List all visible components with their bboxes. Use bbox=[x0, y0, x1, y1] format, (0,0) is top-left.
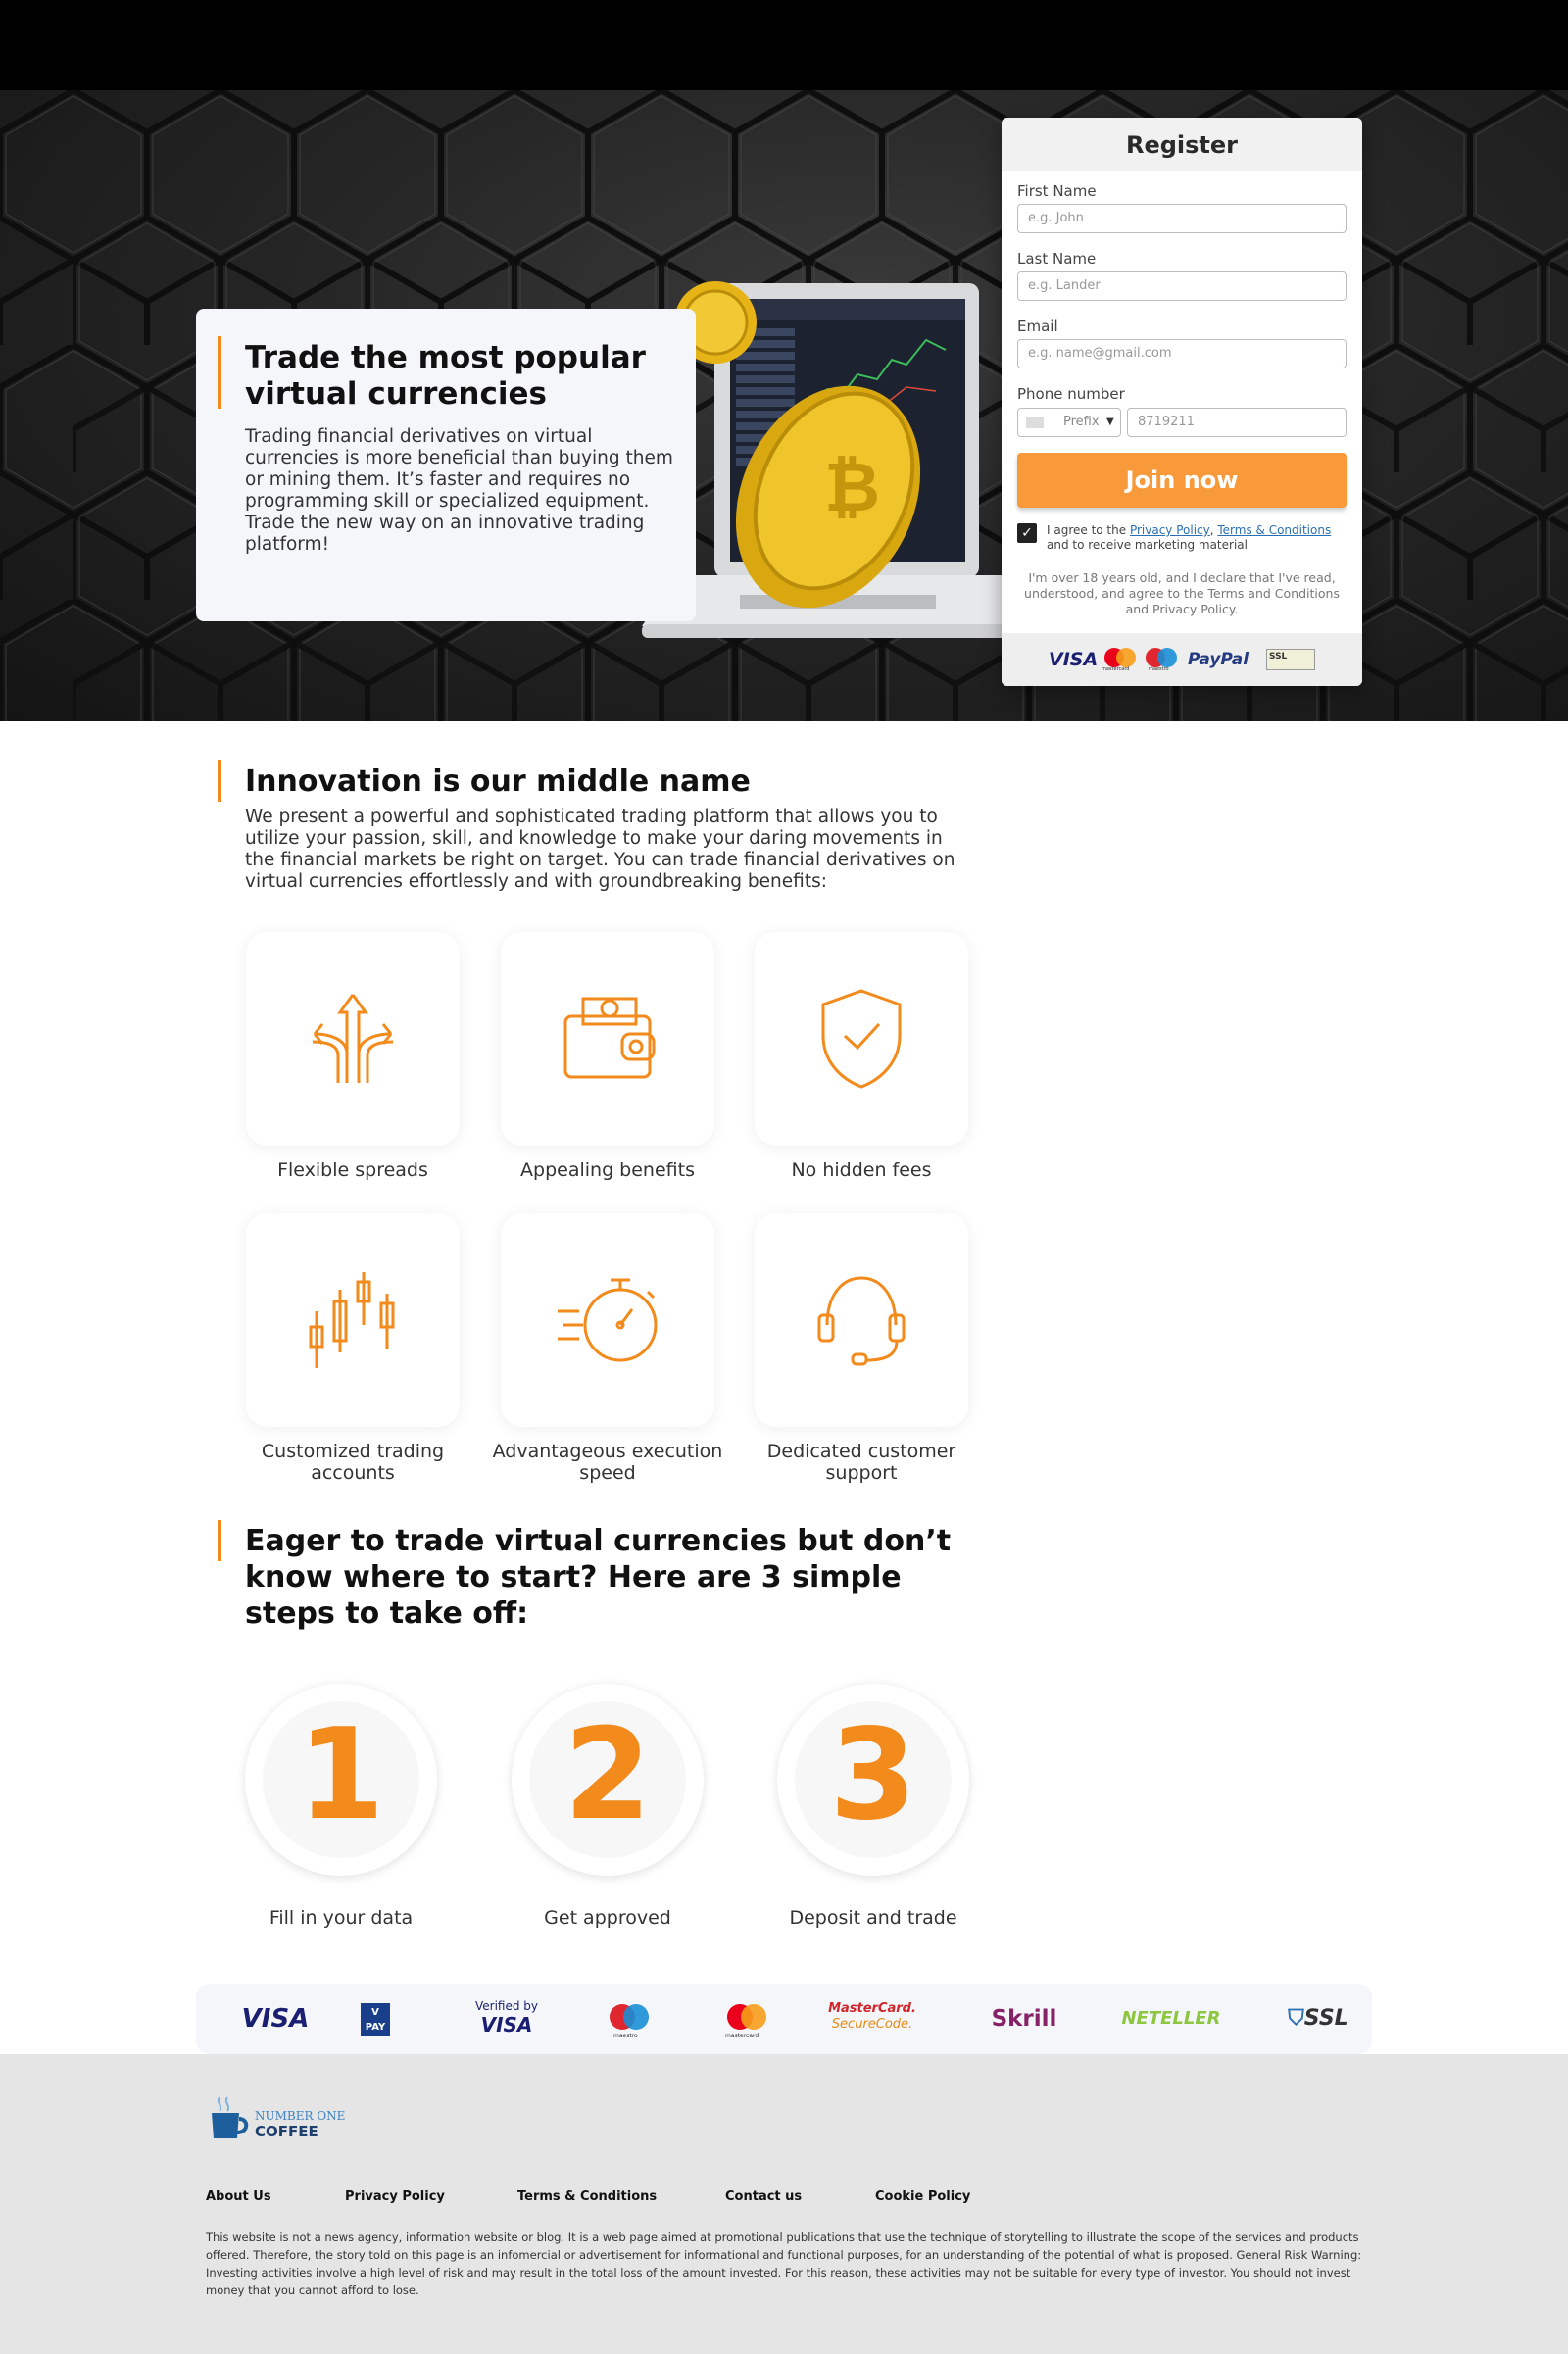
prefix-label: Prefix bbox=[1063, 415, 1100, 429]
feature-label: Advantageous execution speed bbox=[492, 1441, 723, 1484]
legal-disclaimer: This website is not a news agency, infor… bbox=[206, 2231, 1362, 2297]
first-name-label: First Name bbox=[1017, 182, 1097, 200]
feature-label: Appealing benefits bbox=[520, 1159, 695, 1181]
payment-methods-strip: VISA V PAY Verified by VISA maestro mast… bbox=[196, 1984, 1372, 2054]
email-label: Email bbox=[1017, 318, 1058, 335]
maestro-logo: maestro bbox=[1145, 647, 1178, 672]
laptop-illustration: ₿ bbox=[642, 281, 1034, 644]
agree-suffix: and to receive marketing material bbox=[1047, 538, 1248, 552]
innovation-text: We present a powerful and sophisticated … bbox=[245, 807, 956, 892]
feature-label: Customized trading accounts bbox=[261, 1441, 445, 1484]
hero-card: Trade the most popular virtual currencie… bbox=[196, 309, 696, 621]
feature-card-appealing-benefits bbox=[501, 932, 714, 1146]
footer-link-cookie-policy[interactable]: Cookie Policy bbox=[875, 2189, 970, 2204]
agree-text: I agree to the Privacy Policy, Terms & C… bbox=[1047, 523, 1350, 553]
mastercard-logo: mastercard bbox=[723, 1984, 770, 2054]
visa-logo: VISA bbox=[241, 2004, 310, 2034]
step-number: 3 bbox=[829, 1702, 917, 1848]
phone-prefix-select[interactable]: Prefix ▼ bbox=[1017, 408, 1121, 437]
flag-icon bbox=[1026, 417, 1044, 428]
agree-checkbox[interactable]: ✓ bbox=[1017, 523, 1037, 543]
footer-link-privacy-policy[interactable]: Privacy Policy bbox=[345, 2189, 445, 2204]
join-now-button[interactable]: Join now bbox=[1017, 453, 1347, 508]
svg-text:₿: ₿ bbox=[824, 447, 880, 527]
phone-label: Phone number bbox=[1017, 385, 1125, 403]
verified-by-visa-logo: Verified by VISA bbox=[474, 1999, 539, 2036]
visa-logo: VISA bbox=[1049, 649, 1099, 670]
email-input[interactable]: e.g. name@gmail.com bbox=[1017, 339, 1347, 368]
coffee-cup-icon bbox=[212, 2096, 249, 2138]
ssl-badge: SSL bbox=[1266, 649, 1315, 670]
wallet-icon bbox=[564, 997, 656, 1079]
candlestick-icon bbox=[309, 1272, 395, 1368]
feature-card-no-hidden-fees bbox=[755, 932, 968, 1146]
accent-bar bbox=[218, 336, 221, 409]
neteller-logo: NETELLER bbox=[1121, 2008, 1221, 2029]
privacy-policy-link[interactable]: Privacy Policy bbox=[1130, 523, 1210, 537]
step-circle-3: 3 bbox=[777, 1684, 969, 1876]
register-form: Register First Name e.g. John Last Name … bbox=[1002, 118, 1362, 686]
feature-label: No hidden fees bbox=[791, 1159, 932, 1181]
age-disclaimer: I'm over 18 years old, and I declare tha… bbox=[1024, 570, 1340, 616]
shield-check-icon bbox=[821, 989, 902, 1089]
mastercard-securecode-logo: MasterCard. SecureCode. bbox=[828, 2001, 916, 2032]
last-name-label: Last Name bbox=[1017, 250, 1097, 268]
agree-prefix: I agree to the bbox=[1047, 523, 1130, 537]
logo-text-top: NUMBER ONE bbox=[255, 2109, 346, 2123]
step-circle-1: 1 bbox=[245, 1684, 437, 1876]
feature-card-flexible-spreads bbox=[246, 932, 460, 1146]
step-label: Get approved bbox=[544, 1907, 671, 1929]
skrill-logo: Skrill bbox=[991, 2006, 1057, 2032]
footer-link-terms[interactable]: Terms & Conditions bbox=[517, 2189, 657, 2204]
paypal-logo: PayPal bbox=[1188, 650, 1250, 669]
feature-card-customer-support bbox=[755, 1213, 968, 1427]
terms-link[interactable]: Terms & Conditions bbox=[1217, 523, 1331, 537]
feature-label: Flexible spreads bbox=[277, 1159, 428, 1181]
register-title: Register bbox=[1002, 118, 1362, 171]
step-circle-2: 2 bbox=[512, 1684, 704, 1876]
feature-card-execution-speed bbox=[501, 1213, 714, 1427]
top-bar bbox=[0, 0, 1568, 90]
step-label: Fill in your data bbox=[269, 1907, 414, 1929]
stopwatch-icon bbox=[558, 1278, 658, 1362]
footer-link-about-us[interactable]: About Us bbox=[206, 2189, 271, 2204]
maestro-logo: maestro bbox=[606, 1984, 653, 2054]
register-payment-logos: VISA mastercard maestro PayPal SSL bbox=[1002, 633, 1362, 686]
footer-link-contact-us[interactable]: Contact us bbox=[725, 2189, 802, 2204]
arrows-split-icon bbox=[312, 994, 394, 1083]
vpay-logo: V PAY bbox=[361, 1984, 390, 2054]
mastercard-logo: mastercard bbox=[1102, 647, 1137, 672]
steps-accent-bar bbox=[218, 1520, 221, 1561]
headset-icon bbox=[817, 1276, 906, 1366]
first-name-input[interactable]: e.g. John bbox=[1017, 204, 1347, 233]
footer: NUMBER ONE COFFEE About Us Privacy Polic… bbox=[0, 2054, 1568, 2354]
step-number: 2 bbox=[564, 1702, 652, 1848]
ssl-logo: ⛉SSL bbox=[1288, 2006, 1348, 2031]
phone-input[interactable]: 8719211 bbox=[1127, 408, 1347, 437]
innovation-title: Innovation is our middle name bbox=[245, 764, 751, 799]
innovation-accent-bar bbox=[218, 760, 221, 802]
hero-text: Trading financial derivatives on virtual… bbox=[245, 426, 673, 555]
chevron-down-icon: ▼ bbox=[1106, 417, 1114, 427]
hero-title: Trade the most popular virtual currencie… bbox=[245, 340, 646, 412]
shield-check-icon: ⛉ bbox=[1288, 2006, 1304, 2031]
step-number: 1 bbox=[297, 1702, 385, 1848]
feature-card-customized-accounts bbox=[246, 1213, 460, 1427]
logo-text-bottom: COFFEE bbox=[255, 2123, 318, 2140]
last-name-input[interactable]: e.g. Lander bbox=[1017, 271, 1347, 301]
steps-title: Eager to trade virtual currencies but do… bbox=[245, 1524, 952, 1631]
feature-label: Dedicated customer support bbox=[766, 1441, 956, 1484]
step-label: Deposit and trade bbox=[789, 1907, 957, 1929]
company-logo[interactable]: NUMBER ONE COFFEE bbox=[206, 2093, 363, 2144]
